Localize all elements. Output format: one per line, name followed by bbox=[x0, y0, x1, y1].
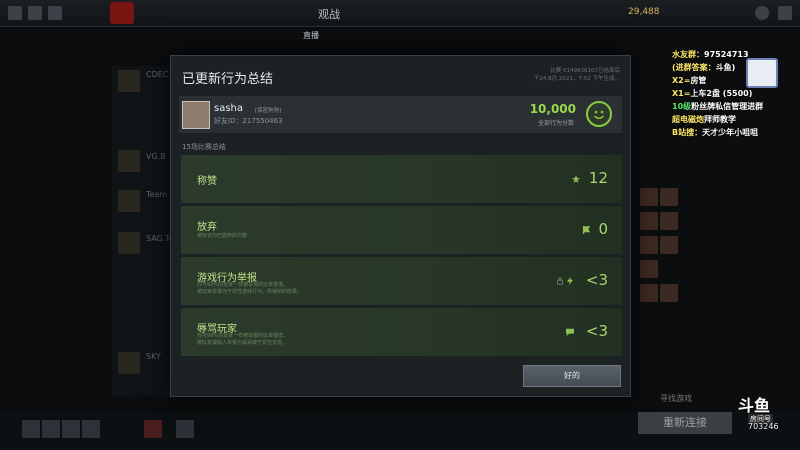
player-name: sasha bbox=[214, 103, 244, 114]
notification-icon[interactable] bbox=[144, 420, 162, 438]
row-title: 称赞 bbox=[197, 176, 217, 187]
hero-portrait-icon[interactable] bbox=[82, 420, 100, 438]
power-icon[interactable] bbox=[755, 6, 769, 20]
sub-nav: 直播 bbox=[140, 28, 440, 44]
douyu-logo: 斗鱼 bbox=[738, 396, 771, 415]
match-thumbnail[interactable] bbox=[118, 352, 140, 374]
match-info-line: 于24.8月 2021，7:52 下午生成。 bbox=[533, 76, 620, 82]
star-icon bbox=[572, 175, 580, 183]
lock-icon bbox=[557, 277, 563, 285]
avatar bbox=[182, 101, 210, 129]
ok-button[interactable]: 好的 bbox=[523, 365, 621, 387]
behavior-score-label: 全部行为分数 bbox=[537, 120, 574, 127]
match-label: SKY bbox=[146, 352, 161, 361]
hero-icon bbox=[660, 284, 678, 302]
hero-portrait-icon[interactable] bbox=[62, 420, 80, 438]
overlay-line: 超电磁炮拜师教学 bbox=[672, 115, 736, 124]
row-description: 被队友或敌人举报为辱骂或干扰性交流。 bbox=[197, 340, 288, 346]
row-value: <3 bbox=[585, 271, 608, 289]
subtab-live[interactable]: 直播 bbox=[303, 30, 319, 41]
lightning-icon bbox=[566, 277, 574, 285]
list-item: 称赞 12 bbox=[181, 155, 622, 203]
row-value: <3 bbox=[585, 322, 608, 340]
menu-icon[interactable] bbox=[8, 6, 22, 20]
dialog-title: 已更新行为总结 bbox=[182, 72, 274, 87]
top-bar: 观战 29,488 bbox=[0, 0, 800, 27]
gold-count: 29,488 bbox=[628, 7, 660, 17]
match-list bbox=[112, 66, 170, 396]
douyu-watermark: 斗鱼 房间号 703246 bbox=[736, 392, 790, 432]
row-description: 被玩家举报为干扰性游戏行为，所得到的结果。 bbox=[197, 289, 303, 295]
settings-icon[interactable] bbox=[28, 6, 42, 20]
chat-toggle-icon[interactable] bbox=[176, 420, 194, 438]
minimize-icon[interactable] bbox=[778, 6, 792, 20]
player-tag: [保密狗狗] bbox=[255, 108, 282, 114]
overlay-line: X2=房管 bbox=[672, 76, 707, 85]
row-value: 0 bbox=[598, 220, 608, 238]
overlay-line: X1=上车2盘 (5500) bbox=[672, 89, 753, 98]
overlay-line: 水友群：97524713 bbox=[672, 50, 749, 59]
hero-icon bbox=[640, 188, 658, 206]
stream-overlay: 水友群：97524713 (进群答案：斗鱼) X2=房管 X1=上车2盘 (55… bbox=[672, 48, 800, 139]
hero-icon bbox=[640, 284, 658, 302]
streamer-avatar bbox=[746, 58, 778, 88]
overlay-line: B站搜：天才少年小咀咀 bbox=[672, 128, 759, 137]
room-number: 703246 bbox=[748, 422, 779, 431]
hero-portrait-icon[interactable] bbox=[42, 420, 60, 438]
section-label: 15场比赛总结 bbox=[182, 143, 226, 151]
hero-icon bbox=[660, 212, 678, 230]
behavior-summary-dialog: 已更新行为总结 比赛 6149836107已结束后 于24.8月 2021，7:… bbox=[170, 55, 631, 397]
row-title: 放弃 bbox=[197, 222, 217, 233]
tab-watch[interactable]: 观战 bbox=[318, 6, 340, 22]
match-thumbnail[interactable] bbox=[118, 190, 140, 212]
list-item: 游戏行为举报 你与99%的玩家一样被举报的比率很低。 被玩家举报为干扰性游戏行为… bbox=[181, 257, 622, 305]
profile-card: sasha [保密狗狗] 好友ID：217550463 10,000 全部行为分… bbox=[179, 96, 622, 133]
row-description: 被标记为已放弃的次数 bbox=[197, 233, 248, 239]
row-value: 12 bbox=[588, 169, 608, 187]
flag-icon bbox=[583, 226, 590, 234]
row-description: 你与99%的玩家一样被举报的比率很低。 bbox=[197, 333, 289, 339]
match-label: VG.B bbox=[146, 152, 166, 161]
find-game-label: 寻找游戏 bbox=[660, 394, 692, 403]
overlay-line: (进群答案：斗鱼) bbox=[672, 63, 736, 72]
hero-icon bbox=[660, 236, 678, 254]
hero-portrait-icon[interactable] bbox=[22, 420, 40, 438]
hero-icon bbox=[640, 260, 658, 278]
match-info: 比赛 6149836107已结束后 于24.8月 2021，7:52 下午生成。 bbox=[534, 67, 620, 83]
list-item: 放弃 被标记为已放弃的次数 0 bbox=[181, 206, 622, 254]
overlay-line: 10级粉丝牌私信管理进群 bbox=[672, 102, 764, 111]
match-thumbnail[interactable] bbox=[118, 150, 140, 172]
dota-logo-icon[interactable] bbox=[110, 2, 134, 24]
row-description: 你与99%的玩家一样被举报的比率很低。 bbox=[197, 282, 289, 288]
match-thumbnail[interactable] bbox=[118, 70, 140, 92]
smiley-icon bbox=[586, 101, 612, 127]
chat-icon bbox=[566, 328, 574, 336]
match-info-line: 比赛 6149836107已结束后 bbox=[550, 68, 620, 74]
back-icon[interactable] bbox=[48, 6, 62, 20]
hero-icon bbox=[640, 236, 658, 254]
behavior-score: 10,000 bbox=[529, 102, 576, 116]
list-item: 辱骂玩家 你与99%的玩家一样被举报的比率很低。 被队友或敌人举报为辱骂或干扰性… bbox=[181, 308, 622, 356]
reconnect-button[interactable]: 重新连接 bbox=[638, 412, 732, 434]
friend-id: 好友ID：217550463 bbox=[214, 117, 283, 125]
hero-icon bbox=[640, 212, 658, 230]
match-thumbnail[interactable] bbox=[118, 232, 140, 254]
hero-icon bbox=[660, 188, 678, 206]
